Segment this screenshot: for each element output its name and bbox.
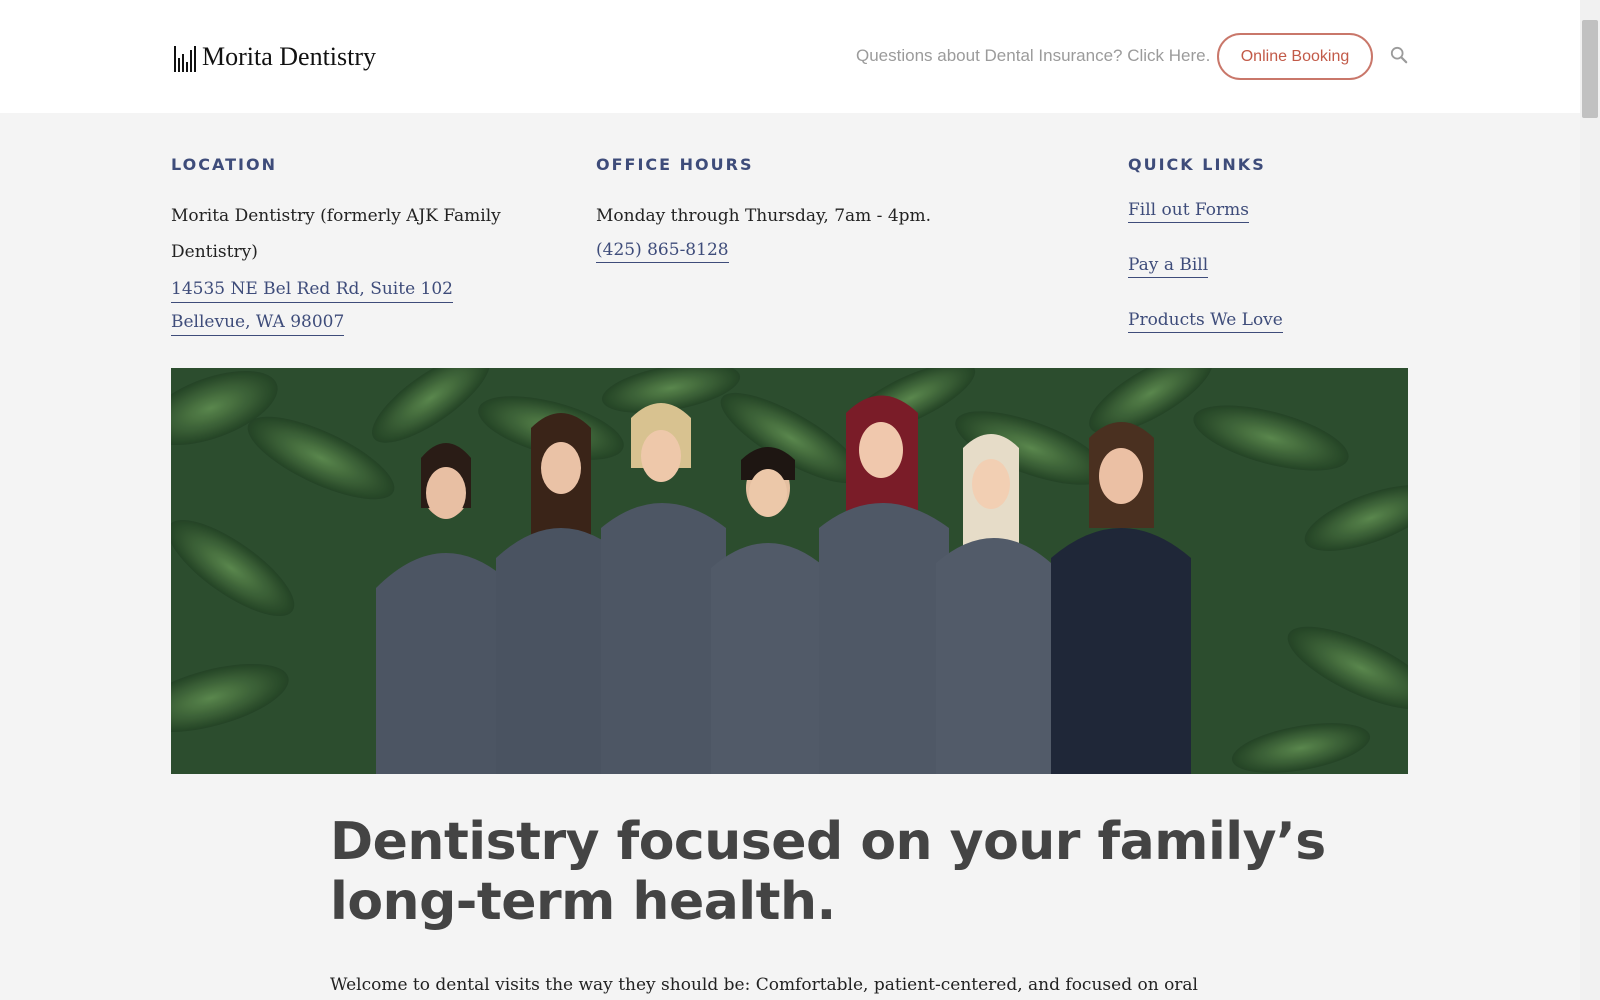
online-booking-button[interactable]: Online Booking: [1217, 33, 1373, 80]
quick-links-section: QUICK LINKS Fill out Forms Pay a Bill Pr…: [1128, 155, 1428, 363]
practice-name: Morita Dentistry (formerly AJK Family De…: [171, 206, 501, 262]
intro-paragraph: Welcome to dental visits the way they sh…: [330, 975, 1198, 995]
site-header: Morita Dentistry Questions about Dental …: [0, 0, 1580, 113]
search-icon[interactable]: [1390, 46, 1410, 66]
location-section: LOCATION Morita Dentistry (formerly AJK …: [171, 155, 551, 336]
page-scrollbar[interactable]: [1580, 0, 1600, 1000]
office-hours-heading: OFFICE HOURS: [596, 155, 754, 174]
phone-link[interactable]: (425) 865-8128: [596, 238, 729, 263]
office-hours-schedule: Monday through Thursday, 7am - 4pm.: [596, 206, 932, 226]
logo-text: Morita Dentistry: [202, 42, 377, 71]
quick-link-products[interactable]: Products We Love: [1128, 308, 1283, 333]
scrollbar-thumb[interactable]: [1582, 20, 1598, 118]
site-logo[interactable]: Morita Dentistry: [174, 38, 376, 72]
page-headline: Dentistry focused on your family’s long-…: [330, 812, 1326, 932]
quick-link-pay-bill[interactable]: Pay a Bill: [1128, 253, 1209, 278]
quick-links-heading: QUICK LINKS: [1128, 155, 1266, 174]
office-hours-section: OFFICE HOURS Monday through Thursday, 7a…: [596, 155, 1016, 263]
logo-bars-icon: [174, 46, 196, 72]
team-photo: [171, 368, 1408, 774]
quick-link-forms[interactable]: Fill out Forms: [1128, 198, 1250, 223]
address-line1-link[interactable]: 14535 NE Bel Red Rd, Suite 102: [171, 276, 453, 303]
address-line2-link[interactable]: Bellevue, WA 98007: [171, 309, 345, 336]
insurance-link[interactable]: Questions about Dental Insurance? Click …: [856, 46, 1210, 66]
location-heading: LOCATION: [171, 155, 277, 174]
